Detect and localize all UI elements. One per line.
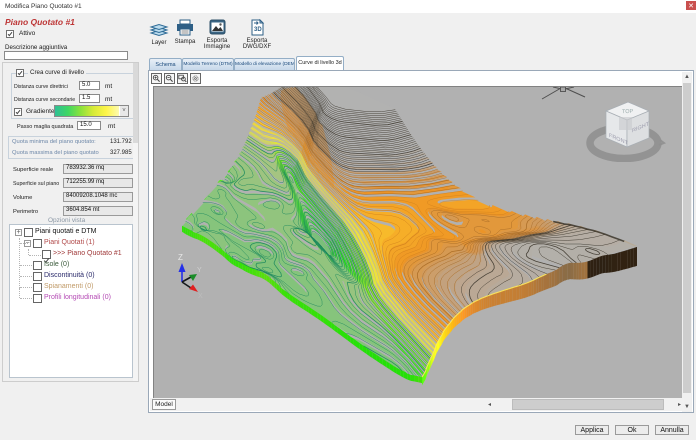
svg-text:X: X — [198, 293, 203, 298]
svg-text:3D: 3D — [254, 27, 262, 33]
svg-text:Z: Z — [178, 253, 183, 262]
svg-text:TOP: TOP — [622, 109, 634, 116]
svg-text:Y: Y — [197, 267, 202, 274]
